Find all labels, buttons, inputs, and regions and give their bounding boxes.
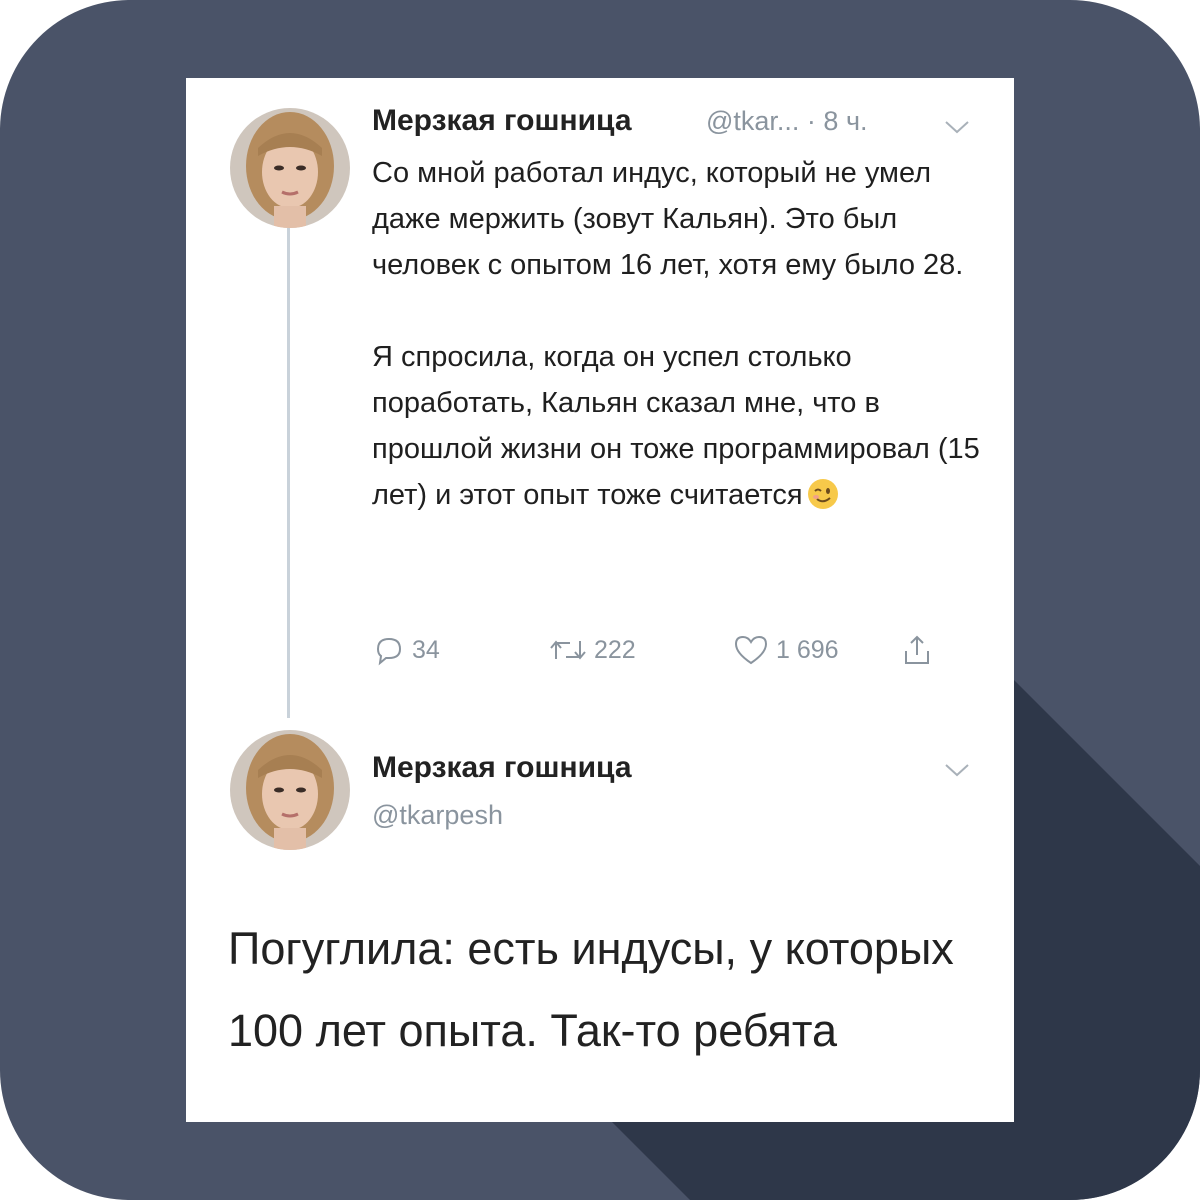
reply-count: 34 [412,635,440,664]
tweet-paragraph-2-text: Я спросила, когда он успел столько пораб… [372,341,980,511]
thread-line [287,228,290,718]
rounded-frame: Мерзкая гошница @tkar... · 8 ч. Со мной … [0,0,1200,1200]
reply-author-name[interactable]: Мерзкая гошница [372,751,632,785]
reply-author-handle[interactable]: @tkarpesh [372,800,503,831]
retweet-icon [550,640,586,660]
winking-face-emoji-icon [807,479,838,509]
reply-author-avatar[interactable] [230,730,350,850]
tweet-card: Мерзкая гошница @tkar... · 8 ч. Со мной … [186,78,1014,1122]
reply-chevron-down-icon[interactable] [942,761,972,779]
retweet-count: 222 [594,635,636,664]
reply-button[interactable]: 34 [372,630,440,670]
heart-icon [734,635,768,665]
retweet-button[interactable]: 222 [548,630,636,670]
reply-text: Погуглила: есть индусы, у которых 100 ле… [228,923,954,1056]
author-name[interactable]: Мерзкая гошница [372,104,632,138]
tweet-text: Со мной работал индус, который не умел д… [372,150,992,518]
share-button[interactable] [900,630,940,670]
reply-icon [376,637,402,666]
tweet-paragraph-1: Со мной работал индус, который не умел д… [372,157,964,281]
like-count: 1 696 [776,635,839,664]
handle-and-time[interactable]: @tkar... · 8 ч. [706,106,868,137]
author-avatar[interactable] [230,108,350,228]
tweet-paragraph-2: Я спросила, когда он успел столько пораб… [372,334,992,518]
chevron-down-icon[interactable] [942,118,972,136]
like-button[interactable]: 1 696 [732,630,839,670]
share-icon [905,635,929,664]
tweet-actions: 34 222 1 696 [372,630,972,670]
